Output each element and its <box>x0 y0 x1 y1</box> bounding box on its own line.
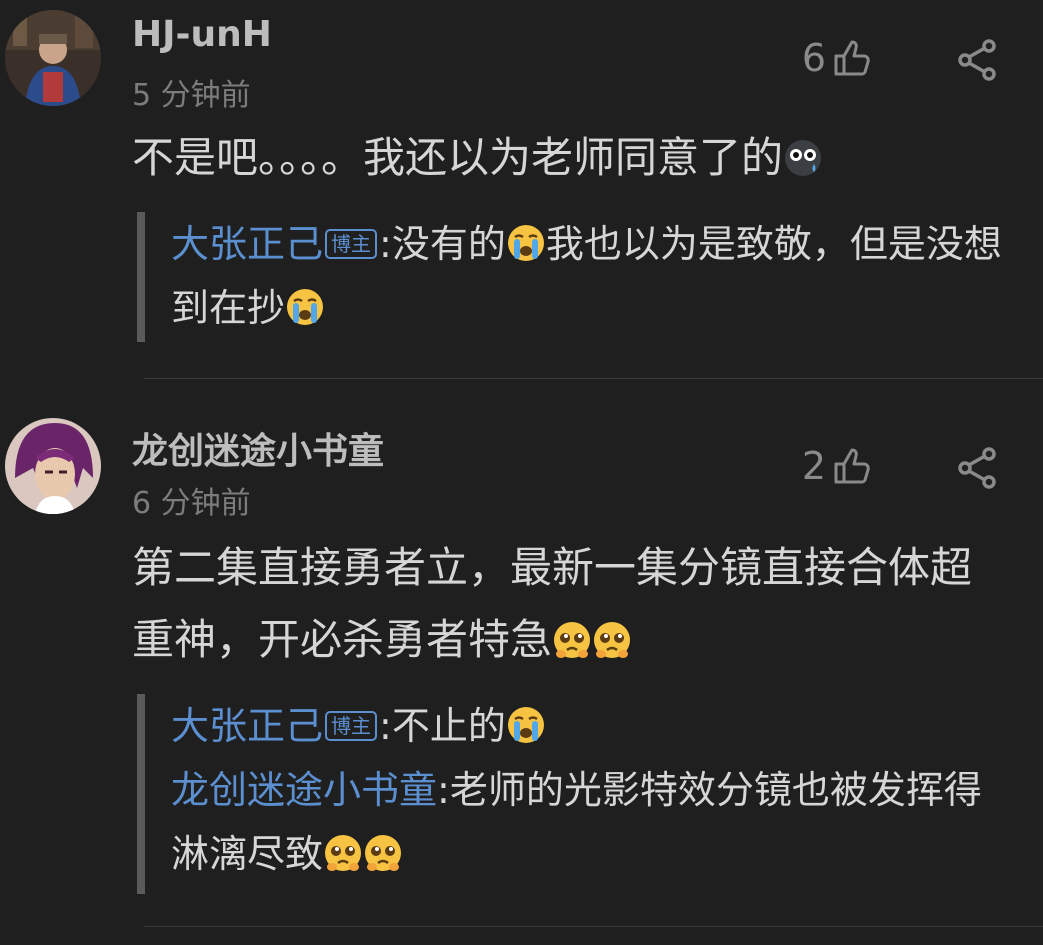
comment-body: 第二集直接勇者立，最新一集分镜直接合体超重神，开必杀勇者特急 <box>132 532 1012 676</box>
reply-author[interactable]: 大张正己 <box>171 222 323 266</box>
like-count: 6 <box>801 36 826 80</box>
reply-separator: : <box>437 768 450 812</box>
reply-author[interactable]: 大张正己 <box>171 704 323 748</box>
reply-thread[interactable]: 大张正己 博主:没有的 我也以为是致敬，但是没想到在抄 <box>137 212 1005 342</box>
comment-item: HJ-unH 5 分钟前 6 不是吧。。。。我还以为老师同意了的 大张正己 博主:… <box>0 0 1043 380</box>
reply-separator: : <box>379 222 392 266</box>
thumbs-up-icon <box>832 446 872 486</box>
comment-body: 不是吧。。。。我还以为老师同意了的 <box>132 122 1012 194</box>
author-badge: 博主 <box>325 229 378 259</box>
comment-item: 龙创迷途小书童 6 分钟前 2 第二集直接勇者立，最新一集分镜直接合体超重神，开… <box>0 380 1043 928</box>
crying-sweat-emoji <box>783 138 823 178</box>
thumbs-up-icon <box>832 38 872 78</box>
pleading-face-emoji <box>323 833 363 873</box>
pleading-face-emoji <box>592 620 632 660</box>
avatar[interactable] <box>5 10 101 106</box>
reply-item[interactable]: 大张正己 博主:不止的 <box>171 694 1005 758</box>
reply-text: 没有的 <box>391 222 506 266</box>
share-icon[interactable] <box>955 446 999 490</box>
comment-timestamp: 5 分钟前 <box>132 78 251 113</box>
comment-timestamp: 6 分钟前 <box>132 486 251 521</box>
comment-username[interactable]: HJ-unH <box>132 14 272 55</box>
reply-separator: : <box>379 704 392 748</box>
like-button[interactable]: 2 <box>790 444 872 488</box>
reply-text: 不止的 <box>391 704 506 748</box>
share-icon[interactable] <box>955 38 999 82</box>
pleading-face-emoji <box>552 620 592 660</box>
reply-author[interactable]: 龙创迷途小书童 <box>171 768 437 812</box>
reply-thread[interactable]: 大张正己 博主:不止的 龙创迷途小书童:老师的光影特效分镜也被发挥得淋漓尽致 <box>137 694 1005 894</box>
reply-item[interactable]: 大张正己 博主:没有的 我也以为是致敬，但是没想到在抄 <box>171 212 1005 340</box>
avatar[interactable] <box>5 418 101 514</box>
like-count: 2 <box>801 444 826 488</box>
reply-item[interactable]: 龙创迷途小书童:老师的光影特效分镜也被发挥得淋漓尽致 <box>171 758 1005 886</box>
like-button[interactable]: 6 <box>790 36 872 80</box>
comment-text: 不是吧。。。。我还以为老师同意了的 <box>132 133 784 182</box>
comment-username[interactable]: 龙创迷途小书童 <box>132 422 384 474</box>
comments-page: HJ-unH 5 分钟前 6 不是吧。。。。我还以为老师同意了的 大张正己 博主:… <box>0 0 1043 945</box>
divider <box>144 926 1043 927</box>
loudly-crying-emoji <box>285 287 325 327</box>
pleading-face-emoji <box>363 833 403 873</box>
author-badge: 博主 <box>325 711 378 741</box>
loudly-crying-emoji <box>506 705 546 745</box>
divider <box>144 378 1043 379</box>
loudly-crying-emoji <box>506 223 546 263</box>
